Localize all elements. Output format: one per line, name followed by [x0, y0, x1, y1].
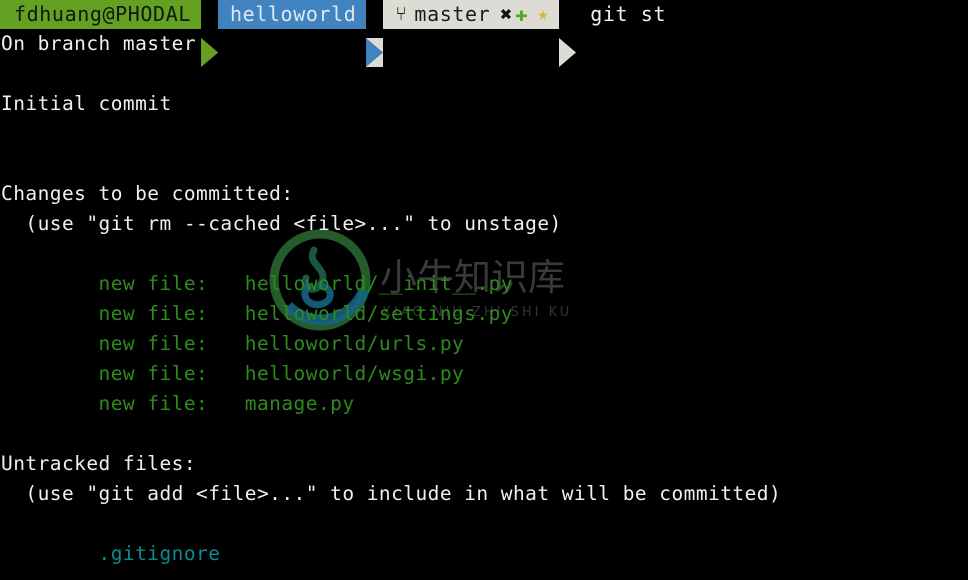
output-line: On branch master: [1, 32, 197, 55]
shell-prompt-bar: fdhuang@PHODAL helloworld ⑂ master ✖ ✚ ★: [0, 0, 666, 67]
output-blank-line: [0, 509, 968, 539]
output-line: new file: helloworld/settings.py: [1, 302, 513, 325]
powerline-separator-2-icon: [366, 0, 384, 67]
output-blank-line: [0, 59, 968, 89]
terminal-window: 小牛知识库 XIAO NIU ZHI SHI KU fdhuang@PHODAL…: [0, 0, 968, 580]
output-blank-line: [0, 119, 968, 149]
output-line: new file: manage.py: [1, 392, 355, 415]
git-modified-flag-icon: ✖: [500, 2, 513, 26]
git-branch-icon: ⑂: [395, 3, 408, 25]
powerline-separator-1-icon: [200, 0, 218, 67]
output-line: (use "git rm --cached <file>..." to unst…: [1, 212, 562, 235]
git-stashed-flag-icon: ★: [537, 3, 550, 25]
prompt-directory-label: helloworld: [229, 2, 357, 26]
output-line: new file: helloworld/wsgi.py: [1, 362, 465, 385]
output-line: (use "git add <file>..." to include in w…: [1, 482, 782, 505]
output-line: .gitignore: [1, 542, 221, 565]
prompt-git-segment: ⑂ master ✖ ✚ ★: [383, 0, 560, 29]
git-branch-label: master: [414, 2, 491, 26]
output-blank-line: [0, 239, 968, 269]
output-blank-line: [0, 419, 968, 449]
output-blank-line: [0, 149, 968, 179]
output-line: Changes to be committed:: [1, 182, 294, 205]
prompt-user-host-segment: fdhuang@PHODAL: [0, 0, 201, 29]
terminal-output: On branch master Initial commit Changes …: [0, 29, 968, 580]
output-line: Initial commit: [1, 92, 172, 115]
output-line: new file: helloworld/__init__.py: [1, 272, 513, 295]
git-staged-flag-icon: ✚: [514, 2, 529, 26]
output-line: new file: helloworld/urls.py: [1, 332, 465, 355]
prompt-user-host-label: fdhuang@PHODAL: [14, 2, 191, 26]
output-line: Untracked files:: [1, 452, 197, 475]
powerline-separator-3-icon: [559, 0, 577, 67]
prompt-command-text[interactable]: git st: [576, 0, 666, 29]
prompt-directory-segment: helloworld: [217, 0, 367, 29]
